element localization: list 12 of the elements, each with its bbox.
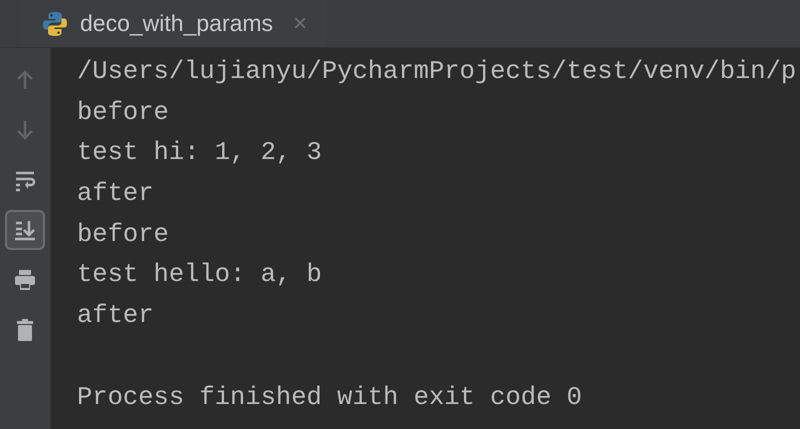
console-line: before <box>77 218 169 251</box>
printer-icon <box>13 268 37 292</box>
console-line: /Users/lujianyu/PycharmProjects/test/venv/bin/p <box>77 56 796 88</box>
console-line: after <box>77 178 154 210</box>
console-line: test hi: 1, 2, 3 <box>77 137 322 170</box>
console-line: after <box>77 300 154 332</box>
scroll-to-end-icon <box>13 218 37 242</box>
scroll-to-end-button[interactable] <box>5 210 45 250</box>
python-logo-icon <box>42 10 68 36</box>
console-line: test hello: a, b <box>77 259 322 292</box>
console-line: Process finished with exit code 0 <box>77 382 582 414</box>
console-line: before <box>77 96 169 129</box>
